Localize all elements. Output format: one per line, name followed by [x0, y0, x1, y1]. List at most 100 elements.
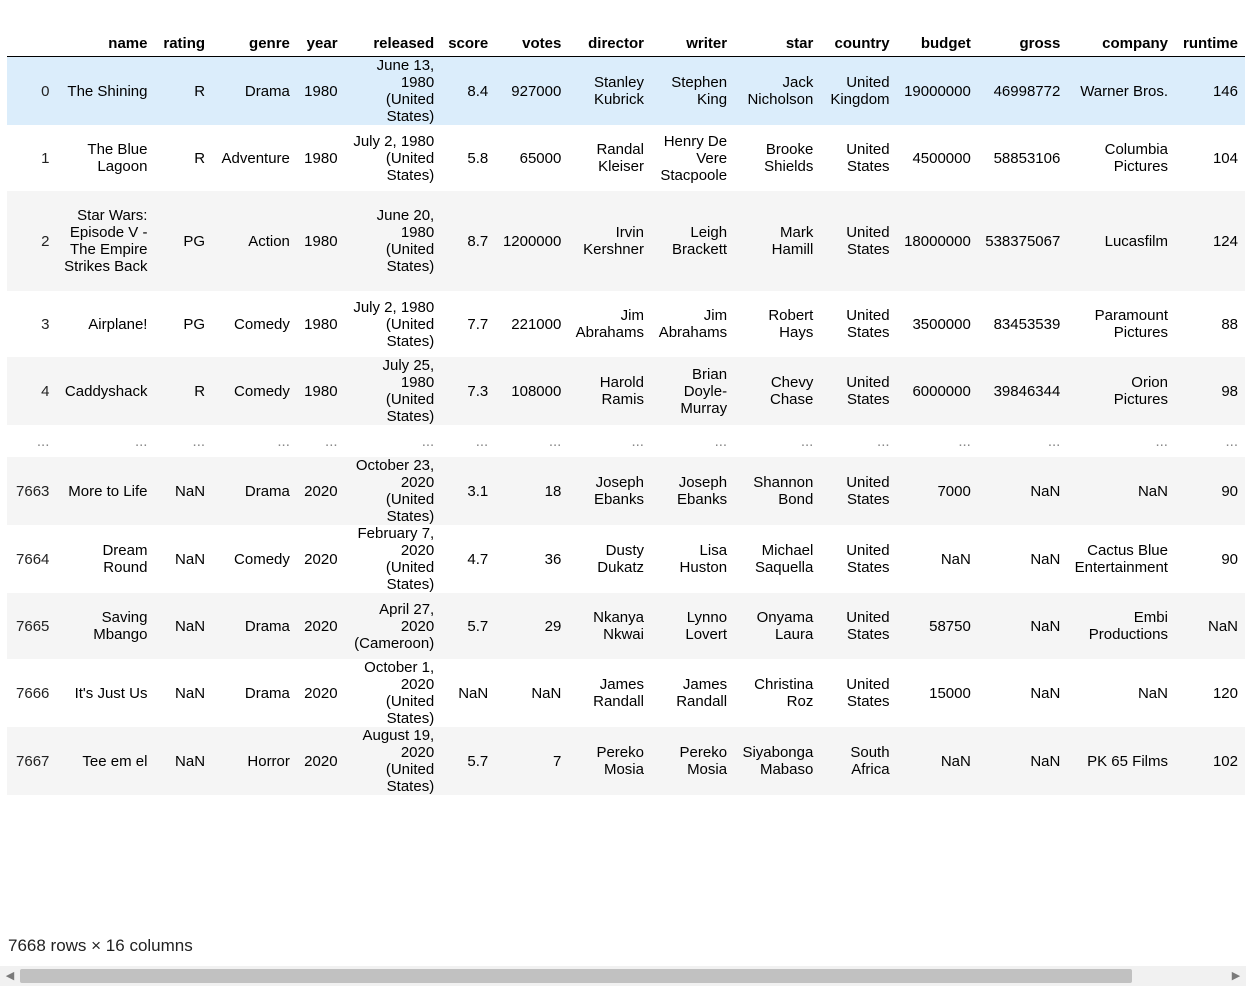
cell-rating: R: [194, 382, 206, 400]
cell-country: United States: [846, 474, 890, 508]
cell-writer: ...: [714, 432, 728, 450]
cell-year: ...: [325, 432, 338, 450]
table-row: ........................................…: [7, 425, 1245, 457]
column-header-genre: genre: [212, 20, 297, 57]
column-header-released: released: [344, 20, 442, 57]
cell-star: ...: [800, 432, 814, 450]
horizontal-scrollbar[interactable]: ◀ ▶: [0, 966, 1246, 986]
cell-genre: Drama: [244, 617, 290, 635]
cell-writer: James Randall: [676, 676, 728, 710]
column-header-star: star: [734, 20, 821, 57]
cell-gross: 83453539: [993, 315, 1061, 333]
cell-writer: Pereko Mosia: [679, 744, 728, 778]
cell-budget: 7000: [937, 482, 971, 500]
cell-star: Jack Nicholson: [747, 74, 814, 108]
cell-budget: 19000000: [904, 82, 971, 100]
cell-name: Dream Round: [102, 542, 148, 576]
column-header-name: name: [56, 20, 155, 57]
table-row: 2 Star Wars: Episode V - The Empire Strik…: [7, 191, 1245, 291]
cell-runtime: 90: [1221, 550, 1238, 568]
cell-released: April 27, 2020 (Cameroon): [354, 600, 435, 652]
table-shape-summary: 7668 rows × 16 columns: [8, 936, 193, 955]
cell-gross: ...: [1047, 432, 1061, 450]
cell-country: United States: [846, 676, 890, 710]
cell-budget: 15000: [929, 684, 971, 702]
cell-votes: 1200000: [502, 232, 562, 250]
cell-star: Mark Hamill: [771, 224, 814, 258]
table-row: 1 The Blue Lagoon R Adventure 1980 July 2, 19…: [7, 125, 1245, 191]
cell-index: 4: [41, 382, 50, 400]
column-header-budget: budget: [896, 20, 978, 57]
cell-company: Lucasfilm: [1104, 232, 1168, 250]
cell-released: June 20, 1980 (United States): [376, 207, 435, 275]
cell-director: Nkanya Nkwai: [593, 609, 644, 643]
cell-year: 1980: [304, 149, 338, 167]
cell-star: Brooke Shields: [764, 141, 814, 175]
cell-director: ...: [631, 432, 644, 450]
cell-runtime: 102: [1212, 752, 1238, 770]
cell-star: Chevy Chase: [769, 374, 814, 408]
cell-released: February 7, 2020 (United States): [357, 525, 435, 593]
cell-name: The Blue Lagoon: [87, 141, 148, 175]
cell-released: ...: [421, 432, 435, 450]
cell-rating: NaN: [175, 752, 206, 770]
cell-company: Cactus Blue Entertainment: [1074, 542, 1168, 576]
cell-score: 4.7: [467, 550, 489, 568]
column-header-director: director: [568, 20, 651, 57]
cell-score: 8.4: [467, 82, 489, 100]
cell-score: 5.8: [467, 149, 489, 167]
cell-writer: Stephen King: [671, 74, 728, 108]
cell-company: ...: [1155, 432, 1168, 450]
dataframe-table: name rating genre year released score vo…: [7, 20, 1245, 795]
cell-genre: Comedy: [234, 550, 290, 568]
cell-votes: 18: [544, 482, 562, 500]
cell-votes: 108000: [511, 382, 562, 400]
cell-company: NaN: [1137, 684, 1168, 702]
cell-name: Tee em el: [82, 752, 148, 770]
cell-index: 3: [41, 315, 50, 333]
cell-runtime: 98: [1221, 382, 1238, 400]
cell-rating: NaN: [175, 684, 206, 702]
cell-score: 5.7: [467, 617, 489, 635]
cell-writer: Lynno Lovert: [685, 609, 728, 643]
table-row: 7667 Tee em el NaN Horror 2020 August 19, 202…: [7, 727, 1245, 795]
cell-company: Embi Productions: [1088, 609, 1168, 643]
cell-year: 1980: [304, 382, 338, 400]
cell-released: October 23, 2020 (United States): [355, 457, 435, 525]
cell-index: 7663: [16, 482, 50, 500]
cell-writer: Jim Abrahams: [658, 307, 728, 341]
scroll-right-arrow-icon[interactable]: ▶: [1229, 968, 1243, 984]
cell-budget: 18000000: [904, 232, 971, 250]
cell-country: United States: [846, 374, 890, 408]
cell-rating: R: [194, 149, 206, 167]
cell-budget: NaN: [940, 550, 971, 568]
scroll-left-arrow-icon[interactable]: ◀: [3, 968, 17, 984]
cell-votes: 36: [544, 550, 562, 568]
column-header-writer: writer: [650, 20, 735, 57]
cell-released: July 2, 1980 (United States): [353, 298, 435, 350]
cell-budget: 3500000: [912, 315, 971, 333]
cell-index: 2: [41, 232, 50, 250]
column-header-gross: gross: [977, 20, 1068, 57]
cell-gross: NaN: [1030, 684, 1061, 702]
cell-director: Pereko Mosia: [596, 744, 644, 778]
cell-score: 5.7: [467, 752, 489, 770]
cell-runtime: 104: [1212, 149, 1238, 167]
cell-votes: 927000: [511, 82, 562, 100]
cell-director: Stanley Kubrick: [593, 74, 644, 108]
cell-score: 8.7: [467, 232, 489, 250]
cell-score: 7.3: [467, 382, 489, 400]
table-row: 0 The Shining R Drama 1980 June 13, 1980 (Uni…: [7, 56, 1245, 125]
cell-country: United Kingdom: [830, 74, 890, 108]
cell-gross: 39846344: [993, 382, 1061, 400]
cell-country: ...: [877, 432, 890, 450]
scrollbar-thumb[interactable]: [20, 969, 1132, 983]
cell-genre: Drama: [244, 82, 290, 100]
cell-writer: Henry De Vere Stacpoole: [660, 132, 728, 184]
cell-votes: 221000: [511, 315, 562, 333]
column-header-index: [7, 20, 57, 57]
cell-company: NaN: [1137, 482, 1168, 500]
cell-score: ...: [475, 432, 489, 450]
cell-name: It's Just Us: [74, 684, 148, 702]
cell-director: James Randall: [593, 676, 644, 710]
